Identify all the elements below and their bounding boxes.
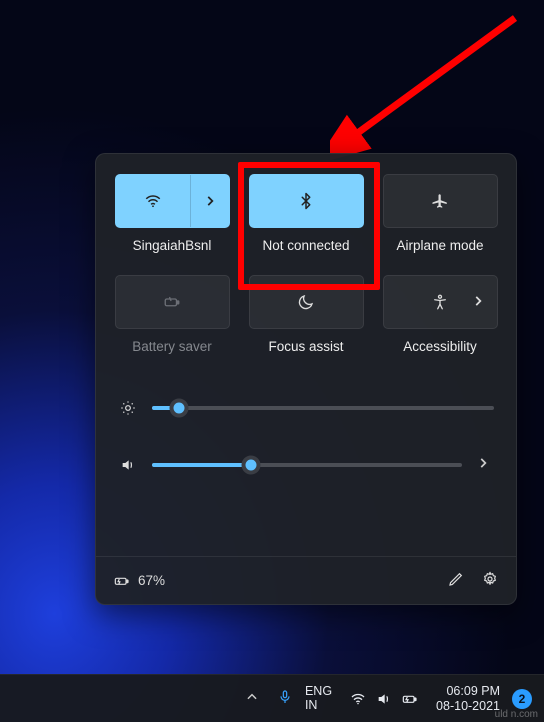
notif-count: 2 [519,692,526,706]
airplane-icon [431,192,449,210]
chevron-right-icon [471,294,485,311]
lang-line1: ENG [305,685,332,699]
bluetooth-icon [297,192,315,210]
wifi-icon [144,192,162,210]
focus-assist-tile[interactable] [249,275,364,329]
annotation-arrow [330,10,530,160]
wifi-expand-button[interactable] [190,175,228,227]
airplane-tile-wrap: Airplane mode [382,174,498,253]
accessibility-label: Accessibility [403,339,477,354]
mic-button[interactable] [277,689,293,708]
brightness-icon [118,400,138,416]
volume-slider-row [118,456,494,473]
edit-button[interactable] [448,571,464,590]
quick-settings-panel: SingaiahBsnl Not connected Airplane mode [95,153,517,605]
lang-line2: IN [305,699,332,713]
bluetooth-tile[interactable] [249,174,364,228]
taskbar: ENG IN 06:09 PM 08-10-2021 2 [0,674,544,722]
bluetooth-label: Not connected [262,238,349,253]
wifi-tile-wrap: SingaiahBsnl [114,174,230,253]
volume-slider[interactable] [152,463,462,467]
date-label: 08-10-2021 [436,699,500,713]
battery-icon [402,691,418,707]
focus-assist-label: Focus assist [268,339,343,354]
panel-footer: 67% [96,556,516,604]
quick-settings-grid: SingaiahBsnl Not connected Airplane mode [114,174,498,354]
volume-icon [376,691,392,707]
battery-status[interactable]: 67% [114,573,165,589]
volume-expand-button[interactable] [476,456,494,473]
bluetooth-tile-wrap: Not connected [248,174,364,253]
time-label: 06:09 PM [436,684,500,698]
system-tray[interactable] [344,687,424,711]
settings-button[interactable] [482,571,498,590]
language-button[interactable]: ENG IN [305,685,332,713]
accessibility-icon [431,293,449,311]
wifi-tile[interactable] [115,174,230,228]
airplane-label: Airplane mode [396,238,483,253]
accessibility-tile-wrap: Accessibility [382,275,498,354]
clock-button[interactable]: 06:09 PM 08-10-2021 [436,684,500,713]
mic-icon [277,689,293,705]
sliders-section [114,400,498,473]
chevron-right-icon [203,194,217,208]
battery-charging-icon [114,573,130,589]
battery-percent-label: 67% [138,573,165,588]
focus-assist-tile-wrap: Focus assist [248,275,364,354]
airplane-tile[interactable] [383,174,498,228]
accessibility-tile[interactable] [383,275,498,329]
battery-saver-label: Battery saver [132,339,212,354]
volume-icon [118,457,138,473]
moon-icon [297,293,315,311]
notifications-button[interactable]: 2 [512,689,532,709]
battery-saver-tile-wrap: Battery saver [114,275,230,354]
battery-saver-icon [163,293,181,311]
pencil-icon [448,571,464,587]
tray-overflow-button[interactable] [239,684,265,713]
wifi-icon [350,691,366,707]
battery-saver-tile[interactable] [115,275,230,329]
wifi-label: SingaiahBsnl [133,238,212,253]
brightness-slider[interactable] [152,406,494,410]
wifi-toggle[interactable] [116,175,191,227]
brightness-slider-row [118,400,494,416]
chevron-up-icon [245,690,259,704]
gear-icon [482,571,498,587]
